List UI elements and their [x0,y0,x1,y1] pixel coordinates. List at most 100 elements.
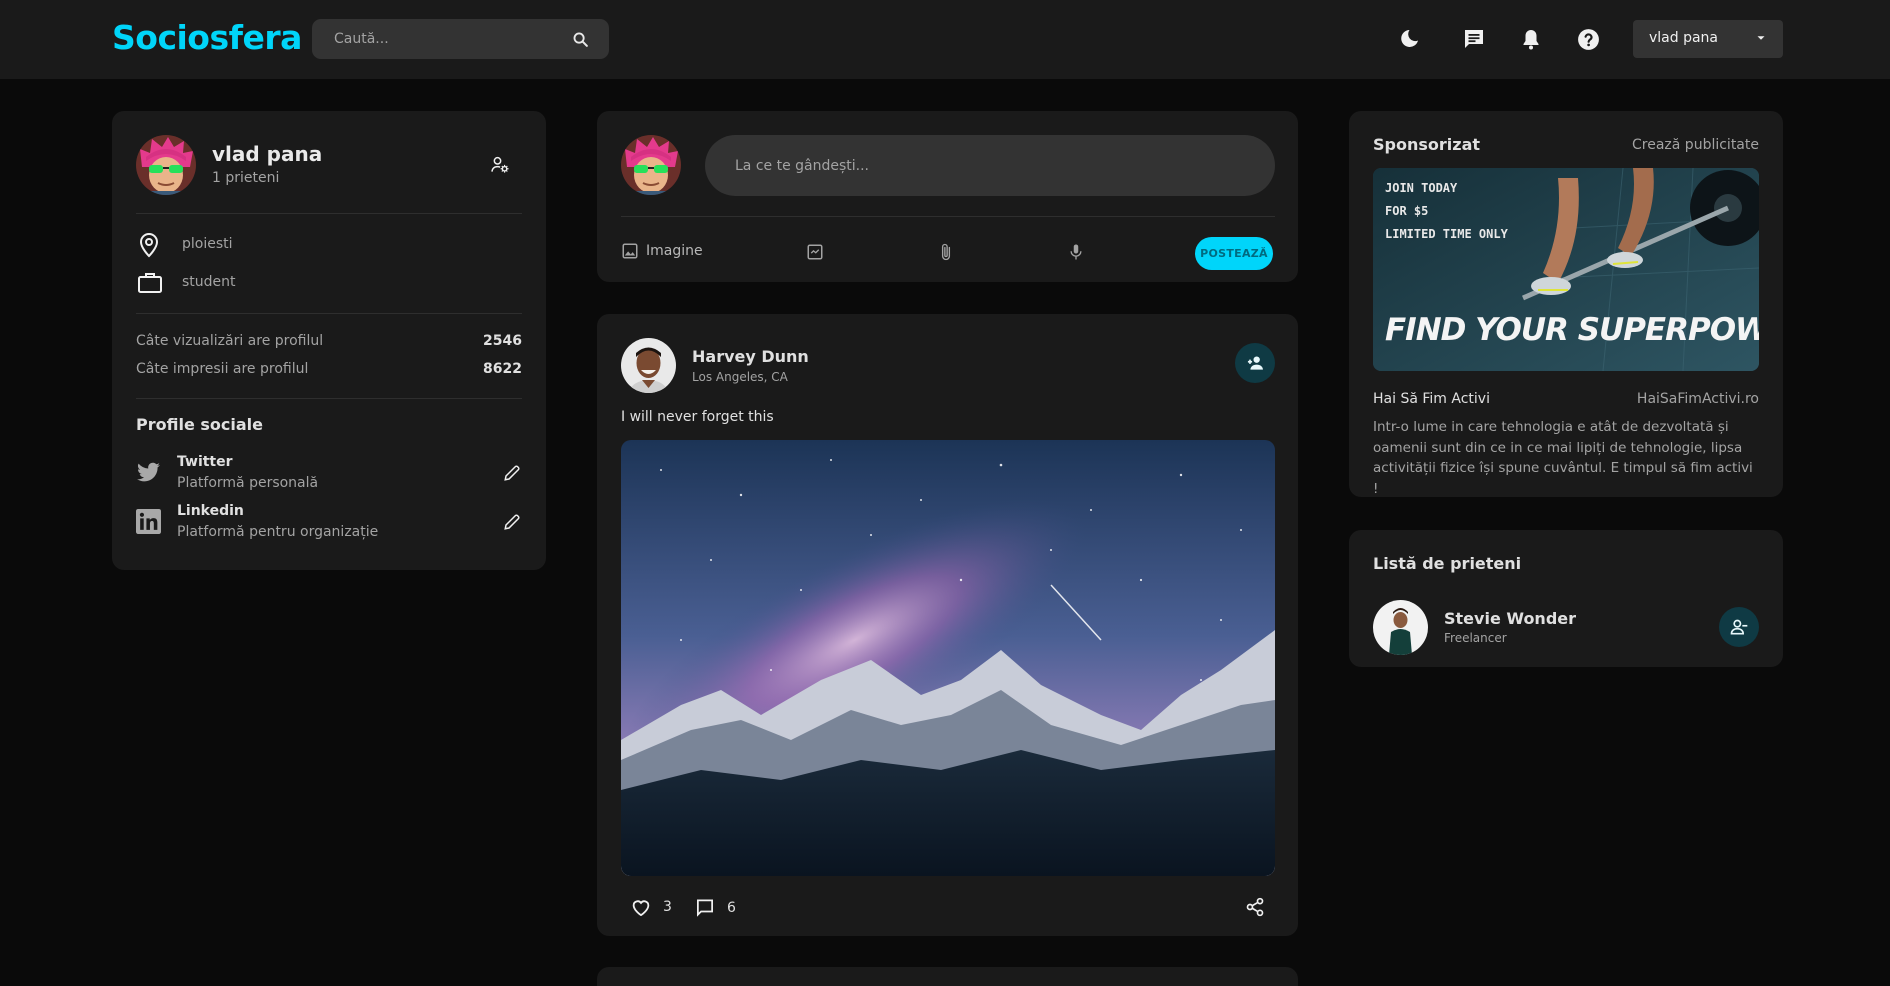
friends-list-title: Listă de prieteni [1373,554,1522,573]
social-twitter-name[interactable]: Twitter [177,454,233,470]
post-image[interactable] [621,440,1275,876]
impressions-stat-value: 8622 [483,361,522,377]
comment-icon [697,899,713,917]
friend-avatar[interactable] [1373,600,1428,655]
edit-twitter-button[interactable] [503,464,521,486]
caret-down-icon [1757,36,1765,40]
avatar-image [621,135,681,195]
ad-banner-line-2: FOR $5 [1385,204,1429,218]
twitter-icon [137,462,160,482]
dark-mode-toggle[interactable] [1394,24,1424,54]
add-image-button[interactable]: Imagine [621,242,703,260]
share-icon [1246,897,1264,917]
comment-count: 6 [727,899,736,916]
linkedin-icon [136,509,161,534]
comment-button[interactable]: 6 [695,898,736,917]
pencil-icon [504,465,520,481]
remove-friend-button[interactable] [1719,607,1759,647]
bell-icon [1523,30,1539,50]
divider [136,398,522,399]
post-button[interactable]: POSTEAZĂ [1195,237,1273,270]
moon-icon [1401,30,1418,47]
messages-button[interactable] [1459,24,1489,54]
social-profiles-title: Profile sociale [136,415,263,434]
record-audio-button[interactable] [1067,242,1085,266]
sponsored-title: Sponsorizat [1373,135,1481,154]
feed-post-next [597,967,1298,986]
like-count: 3 [663,899,672,915]
views-stat-value: 2546 [483,333,522,349]
message-icon [1465,30,1483,48]
avatar-image [621,338,676,393]
remove-person-icon [1730,619,1748,635]
top-navbar: Sociosfera vlad pana [0,0,1890,79]
heart-icon [632,900,650,916]
friends-list-widget: Listă de prieteni Stevie Wonder Freelanc… [1349,530,1783,667]
search-bar [312,19,609,59]
profile-friends-count: 1 prieteni [212,170,280,186]
divider [136,213,522,214]
location-pin-icon [139,232,159,258]
create-ad-link[interactable]: Crează publicitate [1632,137,1759,153]
edit-linkedin-button[interactable] [503,513,521,535]
share-button[interactable] [1245,897,1265,921]
search-input[interactable] [334,19,564,59]
add-friend-button[interactable] [1235,343,1275,383]
briefcase-icon [138,273,162,293]
ad-description: Intr-o lume in care tehnologia e atât de… [1373,419,1753,497]
add-gif-button[interactable] [806,243,824,265]
social-twitter-desc: Platformă personală [177,475,319,491]
ad-banner-tagline: JOIN TODAY FOR $5 LIMITED TIME ONLY [1385,177,1508,246]
user-menu-name: vlad pana [1649,30,1719,46]
logo[interactable]: Sociosfera [112,18,302,57]
help-icon [1577,28,1599,50]
notifications-button[interactable] [1516,24,1546,54]
ad-website[interactable]: HaiSaFimActivi.ro [1637,391,1759,407]
profile-widget: vlad pana 1 prieteni ploiesti student Câ… [112,111,546,570]
composer-avatar [621,135,681,195]
profile-occupation: student [182,274,236,290]
search-icon [573,32,588,47]
gif-icon [807,244,823,260]
ad-banner-headline: FIND YOUR SUPERPOWER [1385,312,1759,348]
manage-account-icon [491,156,509,173]
post-composer: Imagine POSTEAZĂ [597,111,1298,282]
sponsored-widget: Sponsorizat Crează publicitate JOIN TODA… [1349,111,1783,497]
manage-account-button[interactable] [490,155,510,179]
profile-location: ploiesti [182,236,233,252]
image-icon [622,243,638,259]
ad-banner-line-3: LIMITED TIME ONLY [1385,227,1508,241]
image-label: Imagine [646,243,703,259]
ad-brand: Hai Să Fim Activi [1373,391,1490,407]
night-sky-mountains-image [621,440,1275,876]
profile-avatar[interactable] [136,135,196,195]
ad-banner-line-1: JOIN TODAY [1385,181,1458,195]
profile-name[interactable]: vlad pana [212,142,322,166]
feed-post: Harvey Dunn Los Angeles, CA I will never… [597,314,1298,936]
social-linkedin-name[interactable]: Linkedin [177,503,244,519]
social-linkedin-desc: Platformă pentru organizație [177,524,379,540]
post-author-name[interactable]: Harvey Dunn [692,347,809,366]
avatar-image [136,135,196,195]
post-text: I will never forget this [621,409,774,425]
impressions-stat-label: Câte impresii are profilul [136,361,309,377]
divider [621,216,1275,217]
pencil-icon [504,514,520,530]
like-button[interactable]: 3 [631,898,672,916]
paperclip-icon [941,243,951,261]
attach-file-button[interactable] [937,242,955,266]
microphone-icon [1070,244,1082,260]
user-menu-select[interactable]: vlad pana [1633,20,1783,58]
friend-role: Freelancer [1444,631,1507,645]
composer-input[interactable] [735,135,1255,196]
composer-input-wrapper [705,135,1275,196]
ad-banner[interactable]: JOIN TODAY FOR $5 LIMITED TIME ONLY FIND… [1373,168,1759,371]
post-author-location: Los Angeles, CA [692,370,788,384]
friend-name[interactable]: Stevie Wonder [1444,609,1576,628]
views-stat-label: Câte vizualizări are profilul [136,333,324,349]
add-person-icon [1247,356,1263,370]
avatar-image [1373,600,1428,655]
post-author-avatar[interactable] [621,338,676,393]
help-button[interactable] [1573,24,1603,54]
search-button[interactable] [560,19,600,59]
